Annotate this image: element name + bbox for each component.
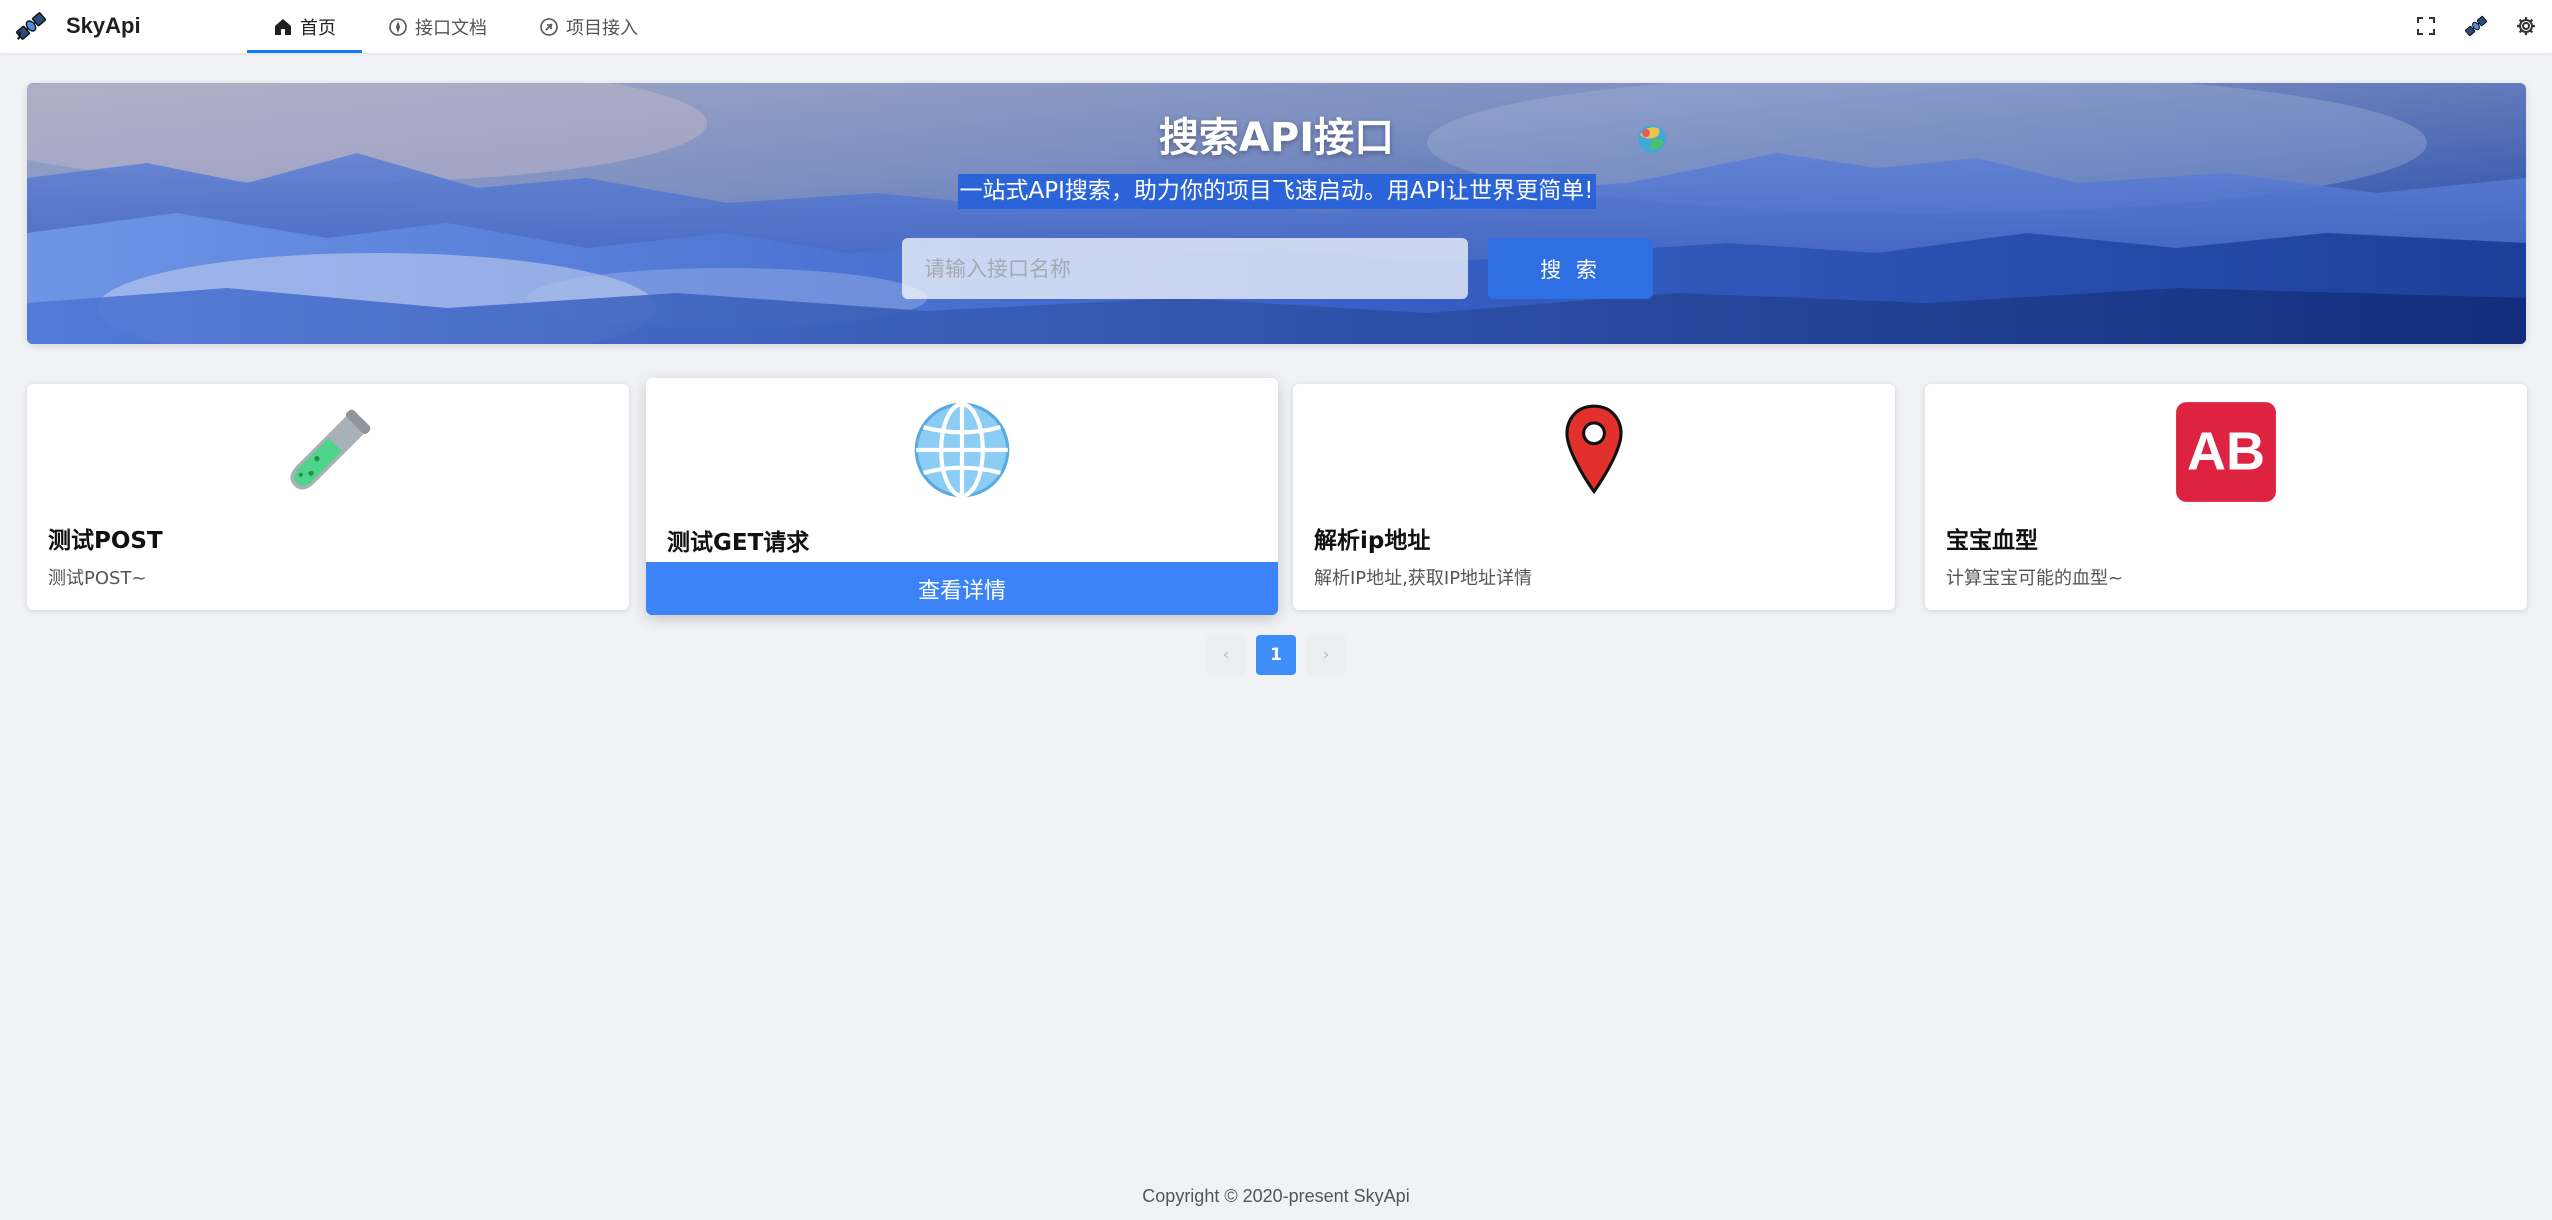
compass-icon [389,17,407,36]
card-title: 测试POST [48,528,163,554]
fullscreen-icon [2417,17,2435,35]
hero-title: 搜索API接口 [1158,115,1395,161]
footer-copyright: Copyright © 2020-present SkyApi [1142,1186,1410,1206]
satellite-icon [2464,15,2488,37]
pagination: ‹ 1 › [1206,635,1356,675]
card-title: 宝宝血型 [1946,528,2038,554]
colorful-badge-icon [1638,125,1666,153]
page-1-button[interactable]: 1 [1256,635,1296,675]
home-icon [275,18,291,35]
api-card-test-post[interactable]: 测试POST 测试POST~ [27,384,629,610]
top-navbar: SkyApi 首页 接口文档 项目接入 [0,0,2552,53]
search-input[interactable] [902,238,1468,299]
nav-item-project-integration[interactable]: 项目接入 [513,0,664,53]
user-avatar-button[interactable] [2458,8,2494,44]
search-button[interactable]: 搜 索 [1488,238,1653,299]
nav-item-label: 首页 [300,17,336,39]
nav-item-api-docs[interactable]: 接口文档 [362,0,513,53]
globe-icon [914,402,1010,498]
nav-item-label: 项目接入 [566,17,638,39]
settings-button[interactable] [2508,8,2544,44]
fullscreen-button[interactable] [2408,8,2444,44]
ab-blood-type-icon: AB [2176,402,2276,502]
api-card-baby-blood-type[interactable]: AB 宝宝血型 计算宝宝可能的血型~ [1925,384,2527,610]
card-description: 测试POST~ [48,568,147,589]
satellite-icon [15,12,47,40]
card-title: 解析ip地址 [1314,528,1431,554]
card-description: 计算宝宝可能的血型~ [1946,568,2124,589]
view-details-button[interactable]: 查看详情 [646,562,1278,615]
next-page-button[interactable]: › [1306,635,1346,675]
test-tube-icon [290,409,371,490]
card-title: 测试GET请求 [667,530,810,556]
hero-subtitle-wrap: 一站式API搜索，助力你的项目飞速启动。用API让世界更简单! [27,174,2526,209]
api-card-ip-lookup[interactable]: 解析ip地址 解析IP地址,获取IP地址详情 [1293,384,1895,610]
card-description: 解析IP地址,获取IP地址详情 [1314,568,1533,589]
hero-banner: 搜索API接口 一站式API搜索，助力你的项目飞速启动。用API让世界更简单! … [27,83,2526,344]
map-pin-icon [1565,404,1623,495]
nav-item-home[interactable]: 首页 [247,0,362,53]
main-menu: 首页 接口文档 项目接入 [247,0,664,53]
gear-icon [2517,17,2535,35]
brand[interactable]: SkyApi [12,6,141,46]
hero-subtitle: 一站式API搜索，助力你的项目飞速启动。用API让世界更简单! [957,174,1596,209]
brand-name: SkyApi [66,13,141,38]
nav-actions [2394,8,2544,44]
prev-page-button[interactable]: ‹ [1206,635,1246,675]
ab-icon-text: AB [2187,422,2265,482]
link-circle-icon [540,17,558,36]
nav-item-label: 接口文档 [415,17,487,39]
api-card-test-get[interactable]: 测试GET请求 查看详情 [646,378,1278,615]
